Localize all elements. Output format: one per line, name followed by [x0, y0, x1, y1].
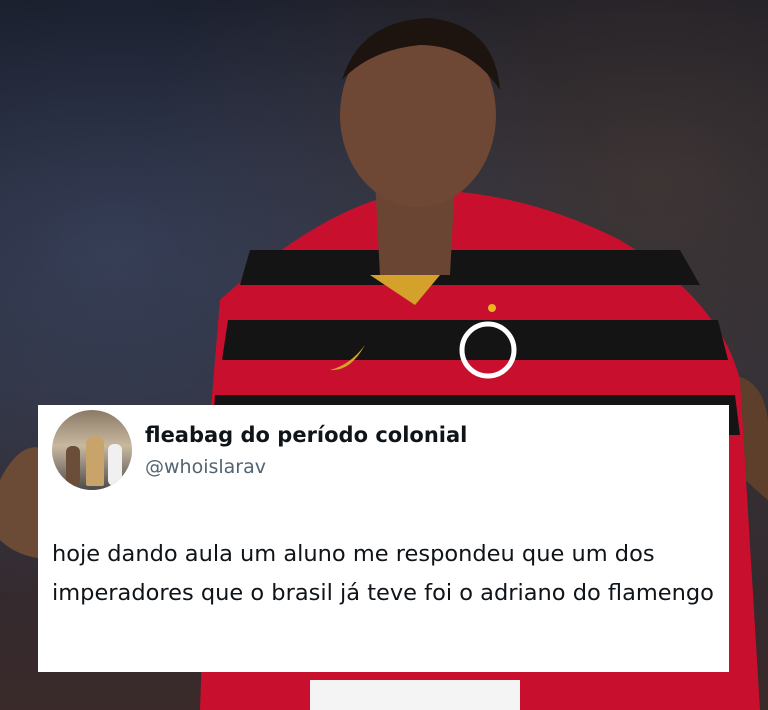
display-name[interactable]: fleabag do período colonial	[145, 423, 467, 447]
tweet-text: hoje dando aula um aluno me respondeu qu…	[52, 541, 714, 606]
avatar[interactable]	[52, 410, 132, 490]
avatar-figure	[66, 446, 80, 486]
avatar-figure	[108, 444, 122, 486]
user-handle[interactable]: @whoislarav	[145, 456, 266, 478]
tweet-card: fleabag do período colonial @whoislarav …	[38, 405, 729, 672]
avatar-figure	[86, 436, 104, 486]
